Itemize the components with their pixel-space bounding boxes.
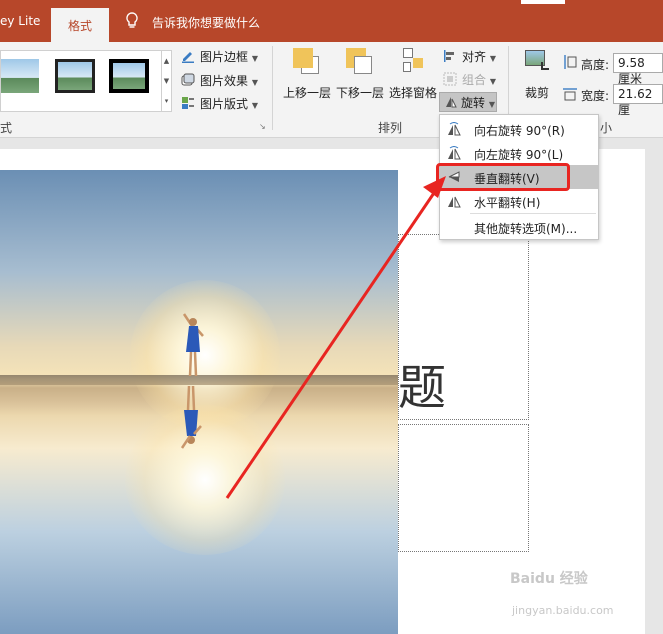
width-icon: [563, 88, 577, 101]
menu-item-label: 向左旋转 90°(L): [474, 148, 564, 162]
ribbon-tab-bar: ey Lite 格式 告诉我你想要做什么: [0, 0, 663, 42]
picture-layout-icon: [182, 97, 194, 109]
rotate-left-icon: [448, 146, 461, 160]
group-icon: [443, 72, 457, 86]
send-backward-icon: [346, 48, 374, 76]
subtitle-placeholder[interactable]: [398, 424, 529, 552]
chevron-down-icon: ▼: [251, 101, 258, 110]
picture-effects-label: 图片效果: [200, 74, 249, 88]
dialog-launcher-icon[interactable]: ↘: [259, 122, 267, 131]
width-field[interactable]: 21.62 厘: [613, 84, 663, 117]
picture-style-thumb[interactable]: [109, 59, 149, 93]
rotate-icon: [446, 97, 457, 108]
tell-me-text: 告诉我你想要做什么: [152, 16, 261, 30]
gallery-up-icon[interactable]: ▲: [162, 51, 171, 71]
pencil-border-icon: [182, 52, 194, 63]
gallery-down-icon[interactable]: ▼: [162, 71, 171, 91]
chevron-down-icon: ▼: [489, 77, 496, 86]
selection-pane-label: 选择窗格: [388, 86, 437, 100]
bring-forward-label: 上移一层: [282, 86, 331, 100]
height-field[interactable]: 9.58 厘米: [613, 53, 663, 86]
rotate-label: 旋转: [461, 96, 486, 110]
picture-border-label: 图片边框: [200, 50, 249, 64]
selection-pane-icon: [399, 48, 427, 76]
gallery-scroll[interactable]: ▲ ▼ ▾: [161, 51, 171, 111]
align-label: 对齐: [462, 50, 487, 64]
crop-button[interactable]: 裁剪: [516, 48, 558, 101]
picture-style-thumb[interactable]: [1, 59, 39, 93]
rotate-right-icon: [448, 122, 461, 136]
selected-picture[interactable]: [0, 170, 398, 634]
bring-forward-icon: [293, 48, 321, 76]
bring-forward-button[interactable]: 上移一层: [281, 48, 333, 101]
menu-separator: [470, 213, 596, 214]
title-placeholder-text: 题: [398, 360, 447, 416]
tab-previous[interactable]: ey Lite: [0, 14, 40, 28]
crop-icon: [523, 48, 551, 76]
menu-item-flip-horizontal[interactable]: 水平翻转(H): [440, 189, 598, 213]
picture-layout-label: 图片版式: [200, 97, 249, 111]
chevron-down-icon: ▼: [251, 54, 258, 63]
menu-item-label: 水平翻转(H): [474, 196, 541, 210]
chevron-down-icon: ▼: [489, 54, 496, 63]
tab-format[interactable]: 格式: [51, 8, 109, 42]
selection-pane-button[interactable]: 选择窗格: [387, 48, 439, 101]
menu-item-rotate-right[interactable]: 向右旋转 90°(R): [440, 117, 598, 141]
height-icon: [564, 55, 577, 69]
picture-styles-group-label: 式: [0, 121, 13, 135]
woman-reflection: [180, 385, 202, 449]
picture-style-thumb[interactable]: [55, 59, 95, 93]
group-separator: [272, 46, 273, 130]
title-bar-fragment: [521, 0, 565, 4]
send-backward-label: 下移一层: [335, 86, 384, 100]
crop-label: 裁剪: [524, 86, 549, 100]
lightbulb-icon: [126, 12, 138, 28]
group-label: 组合: [462, 73, 487, 87]
woman-figure: [182, 313, 204, 377]
height-label: 高度:: [581, 58, 610, 72]
chevron-down-icon: ▼: [488, 100, 495, 109]
annotation-highlight-box: [436, 163, 570, 191]
send-backward-button[interactable]: 下移一层: [334, 48, 386, 101]
menu-item-label: 向右旋转 90°(R): [474, 124, 565, 138]
watermark-brand: Baidu 经验: [510, 571, 588, 587]
gallery-more-icon[interactable]: ▾: [162, 91, 171, 111]
menu-item-rotate-left[interactable]: 向左旋转 90°(L): [440, 141, 598, 165]
menu-item-more-rotation[interactable]: 其他旋转选项(M)...: [440, 215, 598, 239]
align-icon: [444, 50, 454, 62]
picture-styles-gallery[interactable]: ▲ ▼ ▾: [0, 50, 172, 112]
rotate-button[interactable]: 旋转 ▼: [439, 92, 497, 112]
size-group-label: 小: [600, 121, 613, 135]
width-label: 宽度:: [581, 89, 610, 103]
menu-item-label: 其他旋转选项(M)...: [474, 222, 578, 236]
chevron-down-icon: ▼: [251, 78, 258, 87]
flip-horizontal-icon: [448, 196, 461, 208]
arrange-group-label: 排列: [378, 121, 403, 135]
watermark-url: jingyan.baidu.com: [512, 604, 614, 617]
picture-effects-icon: [181, 73, 195, 86]
